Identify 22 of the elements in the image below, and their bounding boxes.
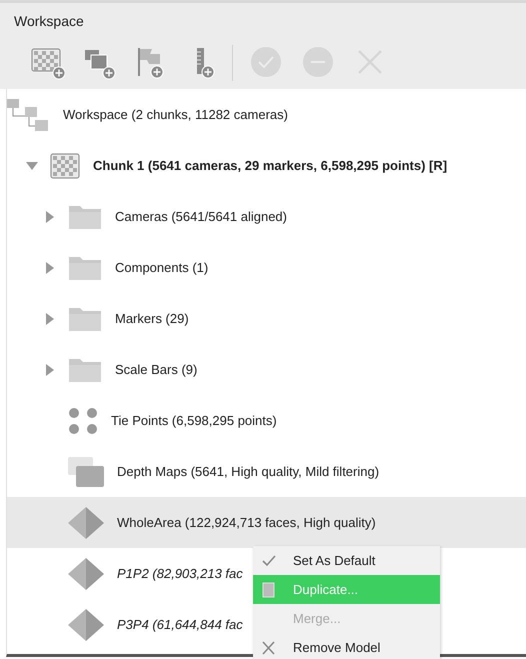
pyramid-icon bbox=[67, 608, 105, 642]
tree-item-label[interactable]: Components (1) bbox=[115, 258, 208, 278]
tree-item-label[interactable]: Cameras (5641/5641 aligned) bbox=[115, 206, 287, 226]
tree-item-label[interactable]: Markers (29) bbox=[115, 308, 189, 328]
points-icon bbox=[67, 406, 99, 436]
pyramid-icon bbox=[67, 506, 105, 540]
menu-item[interactable]: Set As Default bbox=[253, 546, 440, 575]
pyramid-icon bbox=[67, 556, 105, 590]
tree-item-label[interactable]: P3P4 (61,644,844 fac bbox=[117, 614, 243, 634]
tree-item-label[interactable]: WholeArea (122,924,713 faces, High quality) bbox=[117, 512, 376, 532]
add-chunk-icon bbox=[31, 46, 65, 80]
workspace-icon bbox=[7, 98, 51, 132]
tree-item-label[interactable]: Depth Maps (5641, High quality, Mild filtering) bbox=[117, 462, 380, 482]
tree-item-label[interactable]: Workspace (2 chunks, 11282 cameras) bbox=[63, 104, 288, 124]
tree-item-label[interactable]: Scale Bars (9) bbox=[115, 360, 198, 380]
tree-item-label[interactable]: Tie Points (6,598,295 points) bbox=[111, 410, 277, 430]
chunk-icon bbox=[49, 152, 81, 180]
tree-item-label[interactable]: P1P2 (82,903,213 fac bbox=[117, 564, 243, 584]
layers-icon bbox=[67, 456, 105, 488]
panel-title: Workspace bbox=[13, 12, 85, 31]
tree-item-label[interactable]: Chunk 1 (5641 cameras, 29 markers, 6,598,295 points) [R] bbox=[93, 156, 448, 176]
menu-item[interactable]: Remove Model bbox=[253, 633, 440, 659]
